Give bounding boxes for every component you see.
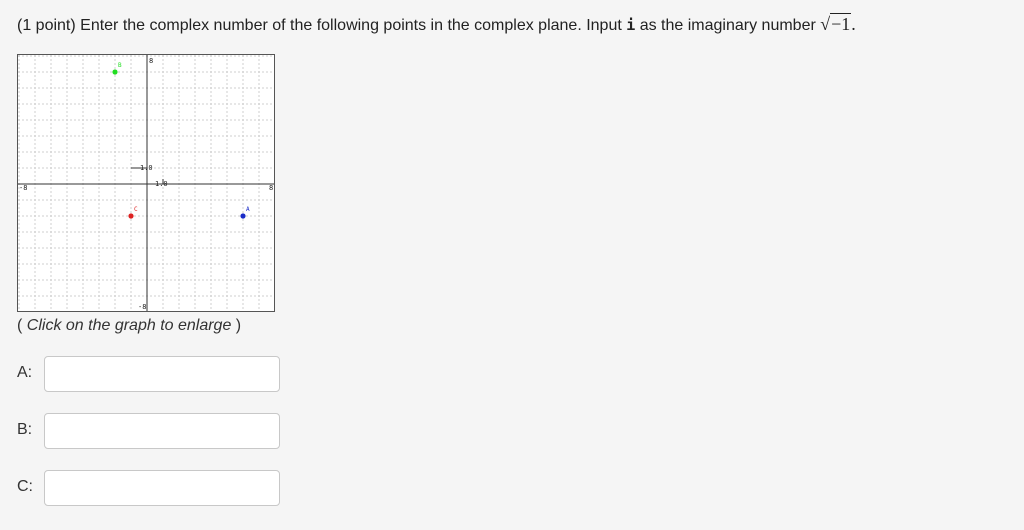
point-c-marker: [128, 213, 134, 219]
y-max-label: 8: [149, 57, 153, 65]
hint-open-paren: (: [17, 317, 27, 334]
sqrt-radicand: −1: [830, 13, 852, 34]
x-min-label: -8: [19, 184, 27, 192]
answer-b-label: B:: [17, 421, 33, 438]
prompt-suffix: .: [851, 14, 856, 34]
hint-text: Click on the graph to enlarge: [26, 317, 232, 334]
answer-b-input[interactable]: [44, 413, 280, 449]
problem-statement: (1 point) Enter the complex number of th…: [17, 13, 856, 35]
y-min-label: -8: [138, 303, 146, 311]
enlarge-hint[interactable]: ( Click on the graph to enlarge ): [17, 317, 241, 335]
prompt-mid: as the imaginary number: [635, 17, 821, 34]
point-a-label: A: [246, 206, 250, 213]
x-max-label: 8: [269, 184, 273, 192]
point-b-marker: [112, 69, 118, 75]
plotted-points: A B C: [112, 62, 250, 219]
prompt-prefix: (1 point) Enter the complex number of th…: [17, 17, 627, 34]
answer-c-input[interactable]: [44, 470, 280, 506]
problem-panel: (1 point) Enter the complex number of th…: [0, 0, 1024, 530]
point-a-marker: [240, 213, 246, 219]
answer-c-label: C:: [17, 478, 33, 495]
grid-lines: [18, 55, 276, 313]
answer-a-label: A:: [17, 364, 33, 381]
answer-a-input[interactable]: [44, 356, 280, 392]
point-b-label: B: [118, 62, 122, 69]
x-unit-label: 1.0: [155, 180, 168, 188]
sqrt-sign: √: [820, 14, 831, 34]
sqrt-expression: √−1.: [820, 13, 856, 34]
hint-close-paren: ): [231, 317, 242, 334]
complex-plane-graph[interactable]: -8 8 8 -8 1.0 1.0 A B C: [17, 54, 276, 313]
imaginary-symbol: i: [626, 16, 636, 34]
y-unit-label: 1.0: [140, 164, 153, 172]
point-c-label: C: [134, 206, 138, 213]
graph-canvas: -8 8 8 -8 1.0 1.0 A B C: [18, 55, 276, 313]
